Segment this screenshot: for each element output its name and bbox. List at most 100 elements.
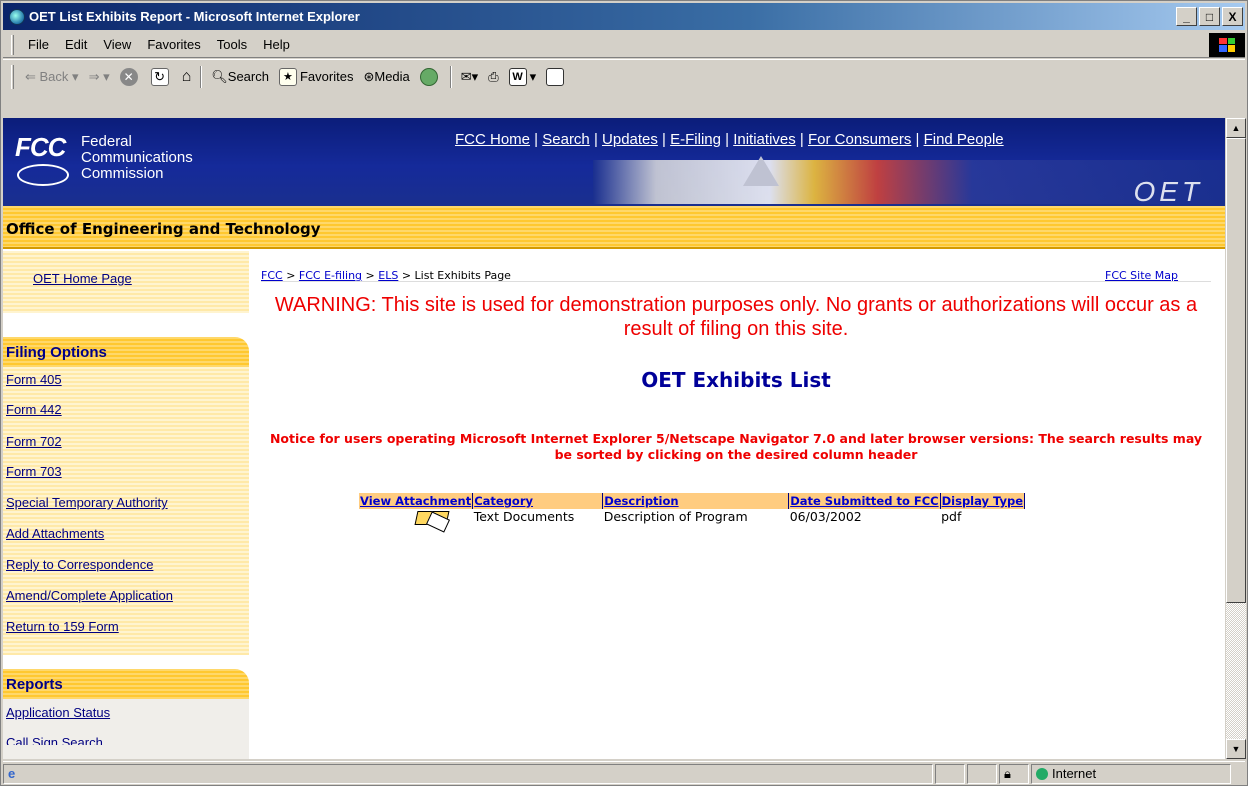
nav-initiatives[interactable]: Initiatives [733, 131, 796, 148]
sidebar-form-405[interactable]: Form 405 [6, 372, 62, 387]
office-banner: Office of Engineering and Technology [3, 206, 1225, 249]
fcc-logo-icon [17, 164, 69, 186]
status-text-panel: e [3, 763, 933, 784]
menu-favorites[interactable]: Favorites [139, 37, 208, 52]
refresh-button[interactable]: ↻ [146, 65, 177, 89]
refresh-icon: ↻ [150, 67, 169, 86]
sidebar-application-status[interactable]: Application Status [6, 705, 110, 720]
print-icon: ⎙ [488, 68, 499, 84]
favorites-button[interactable]: ★ Favorites [274, 65, 358, 89]
windows-logo-icon [1209, 32, 1245, 57]
favorites-label: Favorites [299, 69, 354, 84]
col-description[interactable]: Description [602, 493, 790, 509]
nav-search[interactable]: Search [542, 131, 590, 148]
maximize-button[interactable]: □ [1199, 7, 1220, 26]
forward-icon: ⇒ ▾ [88, 68, 110, 84]
sidebar-form-442[interactable]: Form 442 [6, 402, 62, 417]
history-button[interactable] [415, 65, 446, 89]
col-date-submitted[interactable]: Date Submitted to FCC [788, 493, 941, 509]
reports-heading: Reports [3, 669, 249, 699]
scroll-thumb[interactable] [1226, 138, 1246, 603]
col-category[interactable]: Category [472, 493, 604, 509]
toolbar-separator [449, 65, 452, 88]
sidebar-form-703[interactable]: Form 703 [6, 464, 62, 479]
search-button[interactable]: 🔍︎ Search [206, 65, 274, 89]
fcc-logo[interactable]: FCC Federal Communications Commission [15, 132, 215, 202]
menu-edit[interactable]: Edit [57, 37, 95, 52]
back-label: Back [39, 69, 69, 84]
browser-window: OET List Exhibits Report - Microsoft Int… [0, 0, 1248, 786]
print-button[interactable]: ⎙ [483, 65, 503, 89]
agency-line-3: Commission [81, 165, 164, 182]
status-panel [967, 763, 997, 784]
sidebar-amend-application[interactable]: Amend/Complete Application [6, 588, 173, 603]
media-label: Media [374, 69, 410, 84]
date-cell: 06/03/2002 [789, 509, 862, 524]
edit-button[interactable]: W ▾ [504, 65, 542, 89]
address-area [3, 95, 1245, 118]
filing-options-heading: Filing Options [3, 337, 249, 367]
menu-help[interactable]: Help [255, 37, 298, 52]
search-label: Search [227, 69, 269, 84]
forward-button[interactable]: ⇒ ▾ [84, 65, 115, 89]
back-icon: ⇐ [25, 68, 40, 84]
attachment-icon[interactable] [410, 509, 454, 533]
history-icon [419, 67, 438, 86]
mail-icon: ✉▾ [460, 68, 479, 84]
back-button[interactable]: ⇐ Back ▾ [20, 65, 84, 89]
sidebar-call-sign-search[interactable]: Call Sign Search [6, 735, 103, 745]
menu-tools[interactable]: Tools [209, 37, 255, 52]
stop-button[interactable]: ✕ [115, 65, 146, 89]
toolbar-grip [11, 64, 14, 89]
menu-view[interactable]: View [95, 37, 139, 52]
minimize-button[interactable]: _ [1176, 7, 1197, 26]
status-panel [935, 763, 965, 784]
nav-find-people[interactable]: Find People [924, 131, 1004, 148]
nav-updates[interactable]: Updates [602, 131, 658, 148]
home-icon: ⌂ [181, 67, 192, 85]
sidebar-add-attachments[interactable]: Add Attachments [6, 526, 104, 541]
nav-e-filing[interactable]: E-Filing [670, 131, 721, 148]
fcc-logo-text: FCC [15, 132, 66, 162]
col-display-type[interactable]: Display Type [940, 493, 1026, 509]
description-cell: Description of Program [603, 509, 748, 524]
agency-line-2: Communications [81, 149, 193, 166]
nav-for-consumers[interactable]: For Consumers [808, 131, 911, 148]
prism-banner [593, 156, 1225, 204]
status-panel: 🔒︎ [999, 763, 1029, 784]
agency-line-1: Federal [81, 133, 132, 150]
sidebar-reply-correspondence[interactable]: Reply to Correspondence [6, 557, 153, 572]
attachment-cell [359, 509, 473, 534]
search-icon: 🔍︎ [211, 68, 228, 84]
zone-label: Internet [1052, 766, 1097, 781]
menu-grip [11, 34, 14, 55]
sidebar-oet-home[interactable]: OET Home Page [33, 271, 132, 286]
vertical-scrollbar[interactable]: ▲ ▼ [1226, 118, 1246, 759]
sidebar-form-702[interactable]: Form 702 [6, 434, 62, 449]
mail-button[interactable]: ✉▾ [456, 65, 483, 89]
ie-page-icon: e [8, 766, 16, 781]
prism-icon [743, 156, 779, 186]
category-cell: Text Documents [473, 509, 575, 524]
col-view-attachment[interactable]: View Attachment [359, 493, 474, 509]
scroll-up-button[interactable]: ▲ [1226, 118, 1246, 138]
close-button[interactable]: X [1222, 7, 1243, 26]
lock-icon: 🔒︎ [1004, 765, 1011, 781]
menu-file[interactable]: File [20, 37, 57, 52]
sidebar-return-159[interactable]: Return to 159 Form [6, 619, 119, 634]
table-row: Text Documents Description of Program 06… [359, 509, 1025, 534]
scroll-down-button[interactable]: ▼ [1226, 739, 1246, 759]
globe-icon [1036, 767, 1048, 780]
media-icon: ⊛ [363, 68, 375, 84]
menu-bar: File Edit View Favorites Tools Help [3, 32, 1245, 58]
display-type-cell: pdf [941, 509, 962, 524]
warning-message: WARNING: This site is used for demonstra… [274, 294, 1198, 340]
nav-fcc-home[interactable]: FCC Home [455, 131, 530, 148]
media-button[interactable]: ⊛ Media [358, 65, 414, 89]
fcc-header: FCC Federal Communications Commission FC… [3, 118, 1225, 207]
discuss-button[interactable] [541, 65, 572, 89]
title-bar: OET List Exhibits Report - Microsoft Int… [3, 3, 1245, 30]
home-button[interactable]: ⌂ [177, 65, 197, 89]
sidebar-sta[interactable]: Special Temporary Authority [6, 495, 168, 510]
oet-logo: OET [1133, 176, 1203, 207]
